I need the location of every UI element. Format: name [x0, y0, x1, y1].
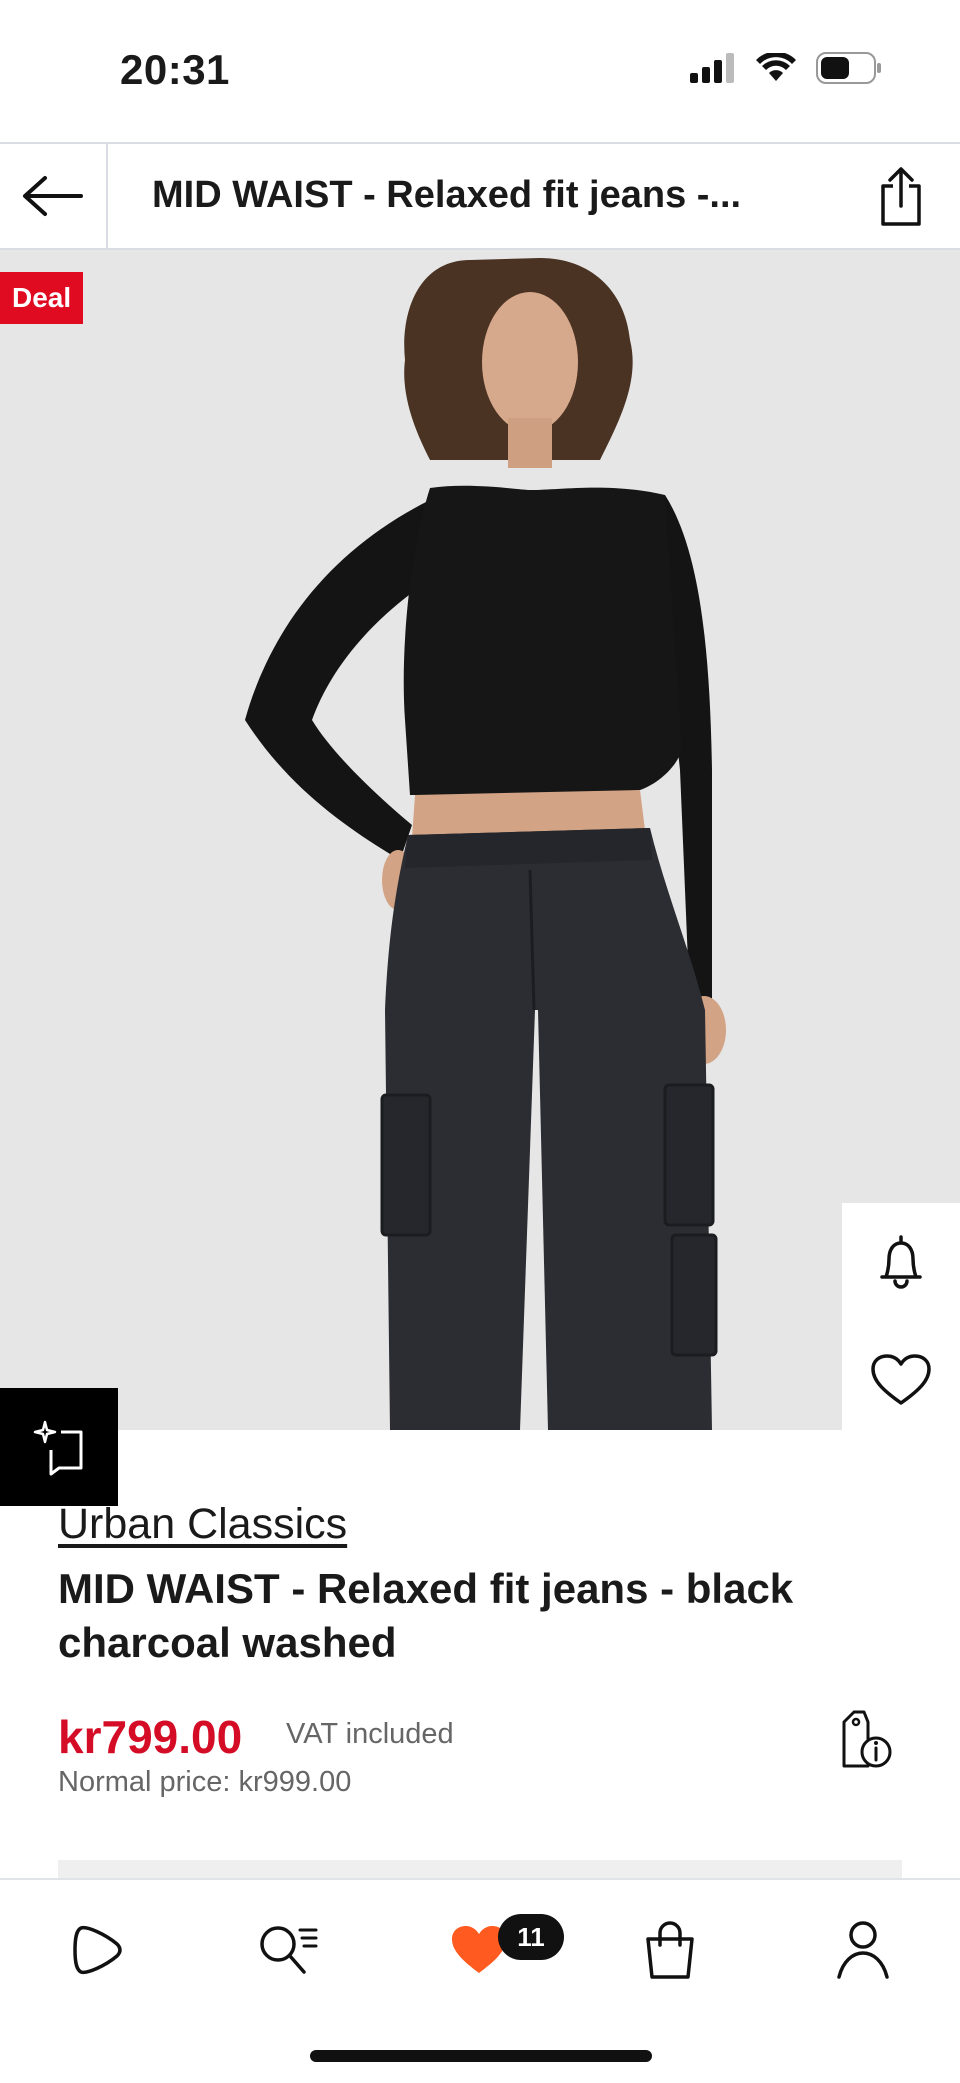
- back-button[interactable]: [0, 144, 108, 248]
- add-to-wishlist-button[interactable]: [842, 1321, 960, 1439]
- bag-icon: [646, 1921, 694, 1979]
- product-name: MID WAIST - Relaxed fit jeans - black ch…: [58, 1565, 794, 1666]
- status-bar: 20:31: [0, 0, 960, 142]
- price-info-button[interactable]: [830, 1700, 902, 1780]
- next-section-edge: [58, 1860, 902, 1880]
- price-tag-info-icon: [842, 1710, 892, 1768]
- nav-home[interactable]: [52, 1910, 142, 1990]
- share-icon: [881, 167, 921, 226]
- product-photo: [245, 258, 726, 1430]
- sale-price: kr799.00: [58, 1711, 243, 1763]
- share-button[interactable]: [870, 164, 932, 230]
- image-bottom-edge: [0, 1430, 960, 1450]
- heart-outline-icon: [871, 1354, 931, 1405]
- brand-link[interactable]: Urban Classics: [58, 1500, 347, 1549]
- status-time: 20:31: [120, 46, 230, 93]
- arrow-left-icon: [23, 176, 83, 216]
- wifi-icon: [756, 53, 796, 81]
- deal-badge: Deal: [0, 272, 84, 324]
- battery-icon: [816, 52, 881, 84]
- vat-note: VAT included: [286, 1718, 454, 1750]
- search-icon: [260, 1926, 318, 1974]
- page-title: MID WAIST - Relaxed fit jeans -...: [152, 174, 742, 216]
- status-icons: [690, 52, 882, 84]
- sparkle-frame-icon: [33, 1420, 83, 1476]
- side-actions: [842, 1203, 960, 1439]
- wishlist-count-badge: 11: [498, 1914, 564, 1960]
- normal-price: Normal price: kr999.00: [58, 1766, 352, 1798]
- home-indicator: [310, 2050, 652, 2062]
- top-app-bar: MID WAIST - Relaxed fit jeans -...: [0, 142, 960, 250]
- nav-bag[interactable]: [625, 1910, 715, 1990]
- nav-search[interactable]: [243, 1910, 333, 1990]
- nav-profile[interactable]: [818, 1910, 908, 1990]
- price-alert-button[interactable]: [842, 1203, 960, 1321]
- product-image[interactable]: [0, 250, 960, 1430]
- find-similar-button[interactable]: [0, 1388, 118, 1506]
- home-icon: [73, 1925, 122, 1975]
- profile-icon: [837, 1921, 889, 1979]
- bell-icon: [880, 1235, 922, 1289]
- signal-icon: [690, 53, 734, 83]
